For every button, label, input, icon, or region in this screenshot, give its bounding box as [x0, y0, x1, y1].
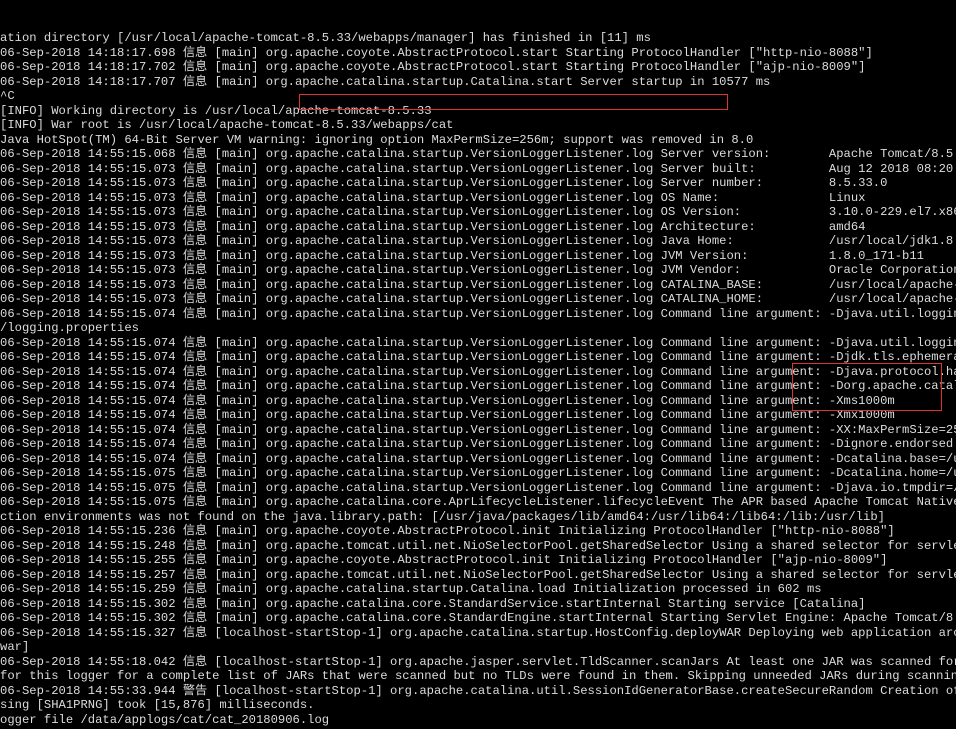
log-line: 06-Sep-2018 14:55:15.075 信息 [main] org.a… [0, 495, 956, 510]
log-line: 06-Sep-2018 14:55:15.259 信息 [main] org.a… [0, 582, 956, 597]
log-line: 06-Sep-2018 14:55:15.073 信息 [main] org.a… [0, 191, 956, 206]
log-line: 06-Sep-2018 14:55:15.074 信息 [main] org.a… [0, 394, 956, 409]
log-line: [INFO] War root is /usr/local/apache-tom… [0, 118, 956, 133]
log-line: 06-Sep-2018 14:55:15.074 信息 [main] org.a… [0, 365, 956, 380]
log-line: 06-Sep-2018 14:18:17.698 信息 [main] org.a… [0, 46, 956, 61]
log-line: 06-Sep-2018 14:55:15.236 信息 [main] org.a… [0, 524, 956, 539]
log-line: 06-Sep-2018 14:55:15.255 信息 [main] org.a… [0, 553, 956, 568]
log-line: ction environments was not found on the … [0, 510, 956, 525]
log-line: 06-Sep-2018 14:55:15.074 信息 [main] org.a… [0, 379, 956, 394]
log-line: 06-Sep-2018 14:55:33.944 警告 [localhost-s… [0, 684, 956, 699]
log-line: 06-Sep-2018 14:55:15.248 信息 [main] org.a… [0, 539, 956, 554]
log-line: ation directory [/usr/local/apache-tomca… [0, 31, 956, 46]
log-line: ogger file /data/applogs/cat/cat_2018090… [0, 713, 956, 728]
log-line: 06-Sep-2018 14:55:15.075 信息 [main] org.a… [0, 481, 956, 496]
log-line: sing [SHA1PRNG] took [15,876] millisecon… [0, 698, 956, 713]
log-line: 06-Sep-2018 14:55:15.302 信息 [main] org.a… [0, 611, 956, 626]
log-line: 06-Sep-2018 14:55:15.073 信息 [main] org.a… [0, 249, 956, 264]
log-line: [INFO] Working directory is /usr/local/a… [0, 104, 956, 119]
log-line: 06-Sep-2018 14:55:15.075 信息 [main] org.a… [0, 466, 956, 481]
log-line: 06-Sep-2018 14:55:15.074 信息 [main] org.a… [0, 350, 956, 365]
log-line: 06-Sep-2018 14:55:15.074 信息 [main] org.a… [0, 408, 956, 423]
log-line: 06-Sep-2018 14:55:15.073 信息 [main] org.a… [0, 162, 956, 177]
log-line: 06-Sep-2018 14:18:17.702 信息 [main] org.a… [0, 60, 956, 75]
log-line: ^C [0, 89, 956, 104]
log-line: 06-Sep-2018 14:55:15.074 信息 [main] org.a… [0, 437, 956, 452]
log-line: Java HotSpot(TM) 64-Bit Server VM warnin… [0, 133, 956, 148]
log-line: 06-Sep-2018 14:55:15.068 信息 [main] org.a… [0, 147, 956, 162]
log-line: 06-Sep-2018 14:55:15.327 信息 [localhost-s… [0, 626, 956, 641]
log-line: 06-Sep-2018 14:55:15.257 信息 [main] org.a… [0, 568, 956, 583]
log-line: 06-Sep-2018 14:55:15.074 信息 [main] org.a… [0, 307, 956, 322]
log-line: 06-Sep-2018 14:18:17.707 信息 [main] org.a… [0, 75, 956, 90]
log-line: /logging.properties [0, 321, 956, 336]
log-line: 06-Sep-2018 14:55:15.074 信息 [main] org.a… [0, 336, 956, 351]
log-line: 06-Sep-2018 14:55:15.073 信息 [main] org.a… [0, 263, 956, 278]
log-line: war] [0, 640, 956, 655]
log-line: 06-Sep-2018 14:55:15.302 信息 [main] org.a… [0, 597, 956, 612]
log-line: 06-Sep-2018 14:55:15.073 信息 [main] org.a… [0, 234, 956, 249]
log-line: 06-Sep-2018 14:55:18.042 信息 [localhost-s… [0, 655, 956, 670]
log-line: 06-Sep-2018 14:55:15.074 信息 [main] org.a… [0, 423, 956, 438]
log-line: 06-Sep-2018 14:55:15.073 信息 [main] org.a… [0, 220, 956, 235]
terminal-output[interactable]: ation directory [/usr/local/apache-tomca… [0, 0, 956, 729]
log-line: for this logger for a complete list of J… [0, 669, 956, 684]
log-line: 06-Sep-2018 14:55:15.074 信息 [main] org.a… [0, 452, 956, 467]
log-line: 06-Sep-2018 14:55:15.073 信息 [main] org.a… [0, 292, 956, 307]
log-line: 06-Sep-2018 14:55:15.073 信息 [main] org.a… [0, 205, 956, 220]
log-line: 06-Sep-2018 14:55:15.073 信息 [main] org.a… [0, 176, 956, 191]
log-line: 06-Sep-2018 14:55:15.073 信息 [main] org.a… [0, 278, 956, 293]
